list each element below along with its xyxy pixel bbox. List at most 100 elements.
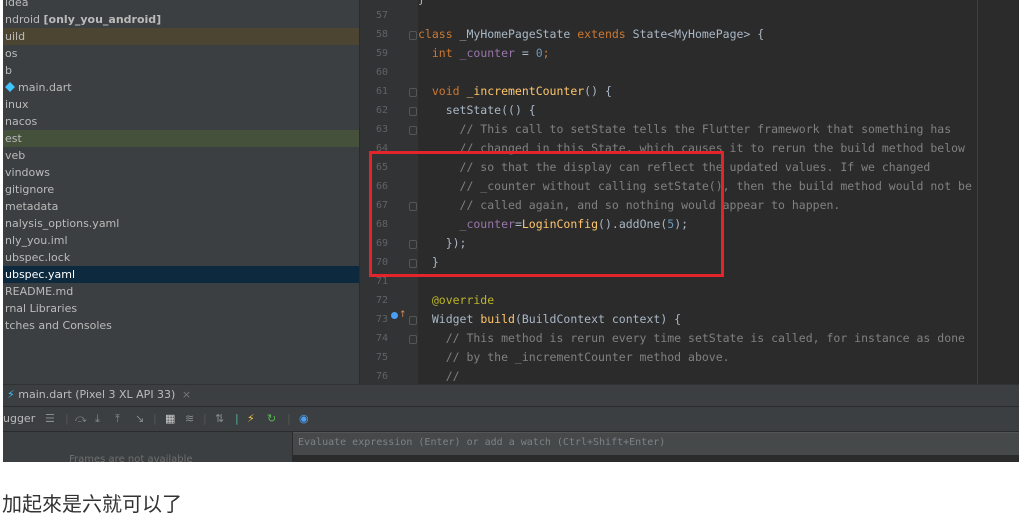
tree-item-lib[interactable]: b [3,62,359,79]
line-number: 57 [375,10,388,21]
code-token: _MyHomePageState [459,27,578,41]
tree-item-scratches[interactable]: tches and Consoles [3,317,359,334]
separator: | [65,412,69,425]
frames-panel: Frames are not available [3,432,292,462]
code-token: void [418,84,467,98]
fold-toggle-icon[interactable] [409,316,417,325]
run-tab-title: main.dart (Pixel 3 XL API 33) [18,388,176,401]
code-token: (BuildContext context) { [514,312,682,326]
code-token: _incrementCounter [466,84,585,98]
line-number: 58 [375,29,388,40]
run-to-cursor-icon[interactable]: ↘ [135,412,144,425]
dart-file-icon [5,82,15,92]
evaluate-icon[interactable]: ▦ [165,412,175,425]
code-token: Widget [418,312,481,326]
code-comment: // This call to setState tells the Flutt… [418,122,952,136]
tree-item-pubspec-yaml[interactable]: ubspec.yaml [3,266,359,283]
line-number: 74 [375,333,388,344]
right-margin-guide [977,0,978,384]
devtools-icon[interactable]: ◉ [299,412,309,425]
step-out-icon[interactable]: ⤒ [115,412,120,426]
highlight-box [369,151,724,277]
run-tab[interactable]: ⚡ main.dart (Pixel 3 XL API 33) × [7,388,191,401]
tree-item-linux[interactable]: inux [3,96,359,113]
line-number: 62 [375,105,388,116]
override-marker-icon[interactable] [391,312,398,319]
code-token: _counter [459,46,522,60]
code-line: } [418,0,425,9]
code-token: int [418,46,460,60]
tree-item-label: rnal Libraries [5,302,78,315]
tree-item-gitignore[interactable]: gitignore [3,181,359,198]
debugger-tab-label[interactable]: ugger [3,412,35,425]
tree-item-label: main.dart [18,81,72,94]
line-number: 72 [375,295,388,306]
tree-item-iml[interactable]: nly_you.iml [3,232,359,249]
hot-reload-icon[interactable]: ⚡ [247,412,255,425]
threads-icon[interactable]: ⇅ [215,412,224,425]
tree-item-metadata[interactable]: metadata [3,198,359,215]
tree-item-main-dart[interactable]: main.dart [3,79,359,96]
line-number: 75 [375,352,388,363]
tree-item-label: ndroid [5,13,41,26]
menu-icon[interactable]: ☰ [45,412,55,425]
run-tab-bar: ⚡ main.dart (Pixel 3 XL API 33) × [3,384,1019,407]
hot-restart-icon[interactable]: ↻ [267,412,276,425]
tree-item-windows[interactable]: vindows [3,164,359,181]
tree-item-label: vindows [5,166,50,179]
code-annotation: @override [418,293,495,307]
code-line: int _counter = 0; [418,44,550,63]
tree-item-label: est [5,132,22,145]
tree-item-label: nacos [5,115,38,128]
tree-item-test[interactable]: est [3,130,359,147]
tree-item-label: README.md [5,285,74,298]
tree-item-label: uild [5,30,26,43]
code-token: ; [542,46,550,60]
line-number: 73 [375,314,388,325]
code-line: class _MyHomePageState extends State<MyH… [418,25,764,44]
tree-item-macos[interactable]: nacos [3,113,359,130]
separator: | [235,412,239,425]
trace-icon[interactable]: ≋ [185,412,194,425]
fold-toggle-icon[interactable] [409,88,417,97]
fold-toggle-icon[interactable] [409,31,417,40]
step-over-icon[interactable]: ⤼ [75,412,87,426]
code-line: setState(() { [418,101,536,120]
tree-item-readme[interactable]: README.md [3,283,359,300]
code-comment: // This method is rerun every time setSt… [418,331,965,345]
close-icon[interactable]: × [182,388,191,401]
separator: | [203,412,207,425]
tree-item-web[interactable]: veb [3,147,359,164]
tree-item-idea[interactable]: idea [3,0,359,11]
implements-arrow-icon[interactable]: ↑ [399,310,407,320]
tree-item-module: [only_you_android] [43,13,162,26]
tree-item-label: idea [5,0,29,9]
fold-toggle-icon[interactable] [409,107,417,116]
code-token: () { [584,84,612,98]
tree-item-external-libraries[interactable]: rnal Libraries [3,300,359,317]
code-token: State<MyHomePage> { [632,27,765,41]
code-token: setState [418,103,502,117]
evaluate-expression-input[interactable]: Evaluate expression (Enter) or add a wat… [293,432,1019,455]
tree-item-pubspec-lock[interactable]: ubspec.lock [3,249,359,266]
tree-item-label: ubspec.lock [5,251,71,264]
line-number: 60 [375,67,388,78]
code-token: 0 [535,46,543,60]
evaluate-placeholder: Evaluate expression (Enter) or add a wat… [298,437,666,448]
tree-item-analysis-options[interactable]: nalysis_options.yaml [3,215,359,232]
line-number: 59 [375,48,388,59]
tree-item-label: veb [5,149,26,162]
tree-item-label: ubspec.yaml [5,268,76,281]
fold-toggle-icon[interactable] [409,335,417,344]
fold-toggle-icon[interactable] [409,126,417,135]
ide-window: idea ndroid [only_you_android] uild os b… [3,0,1019,462]
tree-item-label: inux [5,98,29,111]
line-number: 61 [375,86,388,97]
flutter-icon: ⚡ [7,388,15,401]
tree-item-android[interactable]: ndroid [only_you_android] [3,11,359,28]
tree-item-ios[interactable]: os [3,45,359,62]
code-line: Widget build(BuildContext context) { [418,310,681,329]
step-into-icon[interactable]: ⤓ [95,412,100,426]
tree-item-build[interactable]: uild [3,28,359,45]
code-token: class [418,27,460,41]
